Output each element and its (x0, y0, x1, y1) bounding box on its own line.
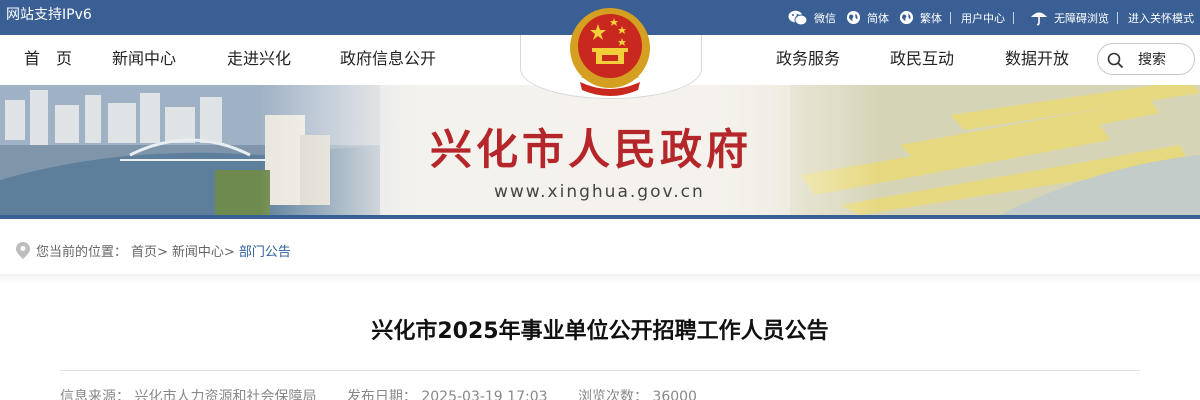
accessible-link[interactable]: 无障碍浏览 (1030, 9, 1109, 26)
nav-about[interactable]: 走进兴化 (227, 48, 291, 70)
ipv6-notice: 网站支持IPv6 (6, 7, 92, 23)
article-date: 发布日期： 2025-03-19 17:03 (346, 389, 548, 400)
search-icon (1107, 52, 1124, 69)
traditional-link[interactable]: 繁体 (899, 10, 942, 26)
breadcrumb-current[interactable]: 部门公告 (239, 241, 291, 260)
care-mode-label: 进入关怀模式 (1128, 11, 1194, 25)
globe-icon (899, 10, 914, 25)
accessible-label: 无障碍浏览 (1054, 11, 1109, 25)
content-divider (0, 274, 1200, 284)
breadcrumb: 您当前的位置： 首页> 新闻中心> 部门公告 (16, 240, 295, 260)
wechat-label: 微信 (814, 11, 836, 25)
article-source: 信息来源： 兴化市人力资源和社会保障局 (60, 389, 317, 400)
user-center-label: 用户中心 (961, 11, 1005, 25)
title-rule (60, 370, 1140, 371)
site-title: 兴化市人民政府 (430, 125, 753, 174)
globe-icon (846, 10, 861, 25)
banner: 兴化市人民政府 www.xinghua.gov.cn (0, 85, 1200, 215)
article-meta: 信息来源： 兴化市人力资源和社会保障局 发布日期： 2025-03-19 17:… (60, 386, 723, 400)
search-box[interactable]: 搜索 (1097, 43, 1195, 75)
article-views: 浏览次数： 36000 (577, 389, 697, 400)
umbrella-icon (1031, 12, 1047, 26)
nav-services[interactable]: 政务服务 (776, 48, 840, 70)
nav-open-data[interactable]: 数据开放 (1005, 48, 1069, 70)
divider (1117, 11, 1118, 24)
simplified-label: 简体 (867, 11, 889, 25)
user-center-link[interactable]: 用户中心 (961, 10, 1005, 26)
care-mode-link[interactable]: 进入关怀模式 (1128, 10, 1194, 26)
national-emblem[interactable] (564, 4, 656, 100)
nav-interaction[interactable]: 政民互动 (890, 48, 954, 70)
nav-home[interactable]: 首 页 (24, 48, 72, 70)
page: 网站支持IPv6 微信 简体 繁体 用户中心 无障碍浏览 进入关怀模式 首 页 … (0, 0, 1200, 400)
wechat-link[interactable]: 微信 (788, 10, 836, 26)
traditional-label: 繁体 (920, 11, 942, 25)
breadcrumb-prefix: 您当前的位置： (36, 244, 128, 260)
wechat-icon (788, 10, 808, 25)
breadcrumb-home[interactable]: 首页> (131, 241, 168, 260)
search-button[interactable]: 搜索 (1138, 49, 1166, 69)
simplified-link[interactable]: 简体 (846, 10, 889, 26)
divider (1013, 11, 1014, 24)
divider (950, 11, 951, 24)
breadcrumb-news[interactable]: 新闻中心> (172, 241, 235, 260)
top-tools: 微信 简体 繁体 用户中心 无障碍浏览 进入关怀模式 (778, 0, 1200, 35)
banner-rule (0, 215, 1200, 219)
article-title: 兴化市2025年事业单位公开招聘工作人员公告 (371, 319, 829, 344)
nav-news[interactable]: 新闻中心 (112, 48, 176, 70)
location-pin-icon (16, 241, 30, 259)
site-url: www.xinghua.gov.cn (494, 182, 705, 202)
nav-info[interactable]: 政府信息公开 (340, 48, 436, 70)
